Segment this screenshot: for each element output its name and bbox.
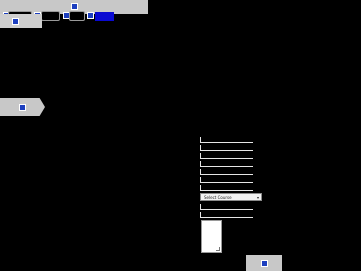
panel-icon[interactable] bbox=[19, 104, 26, 111]
resize-grip-icon[interactable] bbox=[216, 247, 220, 251]
top-toolbar bbox=[0, 0, 148, 21]
course-select-value: Select Course bbox=[204, 195, 232, 200]
toolbar-button[interactable] bbox=[69, 11, 85, 21]
form-field[interactable] bbox=[200, 161, 253, 167]
form-field[interactable] bbox=[200, 185, 253, 191]
form-field[interactable] bbox=[200, 153, 253, 159]
notes-textarea[interactable] bbox=[201, 220, 222, 253]
form-field[interactable] bbox=[200, 137, 253, 143]
form-field[interactable] bbox=[200, 204, 253, 210]
form-field[interactable] bbox=[200, 145, 253, 151]
chevron-down-icon: ▾ bbox=[256, 195, 259, 200]
form-field[interactable] bbox=[200, 177, 253, 183]
active-toolbar-button[interactable] bbox=[95, 12, 114, 21]
bottom-panel[interactable] bbox=[246, 255, 282, 271]
course-select[interactable]: Select Course ▾ bbox=[200, 193, 262, 201]
toolbar-button[interactable] bbox=[41, 11, 60, 21]
form-field[interactable] bbox=[200, 169, 253, 175]
subheader-icon[interactable] bbox=[12, 18, 19, 25]
subheader-strip bbox=[0, 14, 42, 28]
panel-icon[interactable] bbox=[261, 260, 268, 267]
form-field[interactable] bbox=[200, 212, 253, 218]
form-panel: Select Course ▾ bbox=[198, 134, 262, 254]
app-icon[interactable] bbox=[71, 3, 78, 10]
left-collapsed-panel[interactable] bbox=[0, 98, 45, 116]
toolbar-icon[interactable] bbox=[87, 12, 94, 19]
